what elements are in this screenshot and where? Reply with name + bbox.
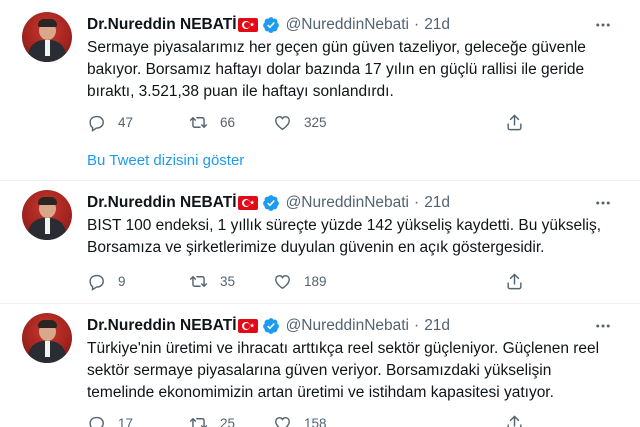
tweet-actions: 47 66 325	[87, 111, 547, 133]
reply-count: 47	[118, 114, 134, 130]
author-name[interactable]: Dr.Nureddin NEBATİ	[87, 16, 237, 34]
retweet-icon	[189, 116, 208, 128]
more-options-icon[interactable]	[593, 193, 613, 213]
tweet-time[interactable]: 21d	[424, 194, 450, 212]
reply-button[interactable]: 17	[87, 412, 133, 427]
like-count: 189	[304, 273, 327, 289]
like-button[interactable]: 158	[273, 412, 327, 427]
turkey-flag-icon	[237, 196, 258, 210]
reply-button[interactable]: 47	[87, 111, 133, 133]
retweet-icon	[189, 275, 208, 287]
reply-icon	[89, 416, 104, 427]
avatar[interactable]	[22, 190, 72, 240]
verified-badge-icon	[262, 318, 279, 334]
tweet-text: Türkiye'nin üretimi ve ihracatı arttıkça…	[87, 340, 600, 401]
share-button[interactable]	[505, 111, 524, 133]
share-button[interactable]	[505, 412, 524, 427]
avatar[interactable]	[22, 313, 72, 363]
tweet-header: Dr.Nureddin NEBATİ @NureddinNebati · 21d	[87, 315, 450, 337]
heart-icon	[275, 416, 290, 427]
author-handle[interactable]: @NureddinNebati	[286, 194, 409, 212]
share-button[interactable]	[505, 270, 524, 292]
verified-badge-icon	[262, 17, 279, 33]
tweet-header: Dr.Nureddin NEBATİ @NureddinNebati · 21d	[87, 192, 450, 214]
share-icon	[507, 415, 522, 427]
retweet-count: 25	[220, 415, 236, 427]
more-options-icon[interactable]	[593, 15, 613, 35]
tweet-header: Dr.Nureddin NEBATİ @NureddinNebati · 21d	[87, 14, 450, 36]
tweet-actions: 17 25 158	[87, 412, 547, 427]
separator-dot: ·	[414, 16, 420, 33]
share-icon	[507, 273, 522, 289]
turkey-flag-icon	[237, 319, 258, 333]
share-icon	[507, 114, 522, 130]
heart-icon	[275, 115, 290, 130]
separator-dot: ·	[414, 317, 420, 334]
more-options-icon[interactable]	[593, 316, 613, 336]
retweet-count: 66	[220, 114, 236, 130]
reply-button[interactable]: 9	[87, 270, 126, 292]
verified-badge-icon	[262, 195, 279, 211]
retweet-count: 35	[220, 273, 236, 289]
tweet-2[interactable]: Dr.Nureddin NEBATİ @NureddinNebati · 21d…	[0, 190, 640, 300]
retweet-button[interactable]: 35	[189, 270, 235, 292]
tweet-1[interactable]: Dr.Nureddin NEBATİ @NureddinNebati · 21d…	[0, 12, 640, 142]
retweet-button[interactable]: 25	[189, 412, 235, 427]
author-name[interactable]: Dr.Nureddin NEBATİ	[87, 317, 237, 335]
separator-dot: ·	[414, 194, 420, 211]
reply-icon	[89, 274, 104, 291]
like-count: 325	[304, 114, 327, 130]
turkey-flag-icon	[237, 18, 258, 32]
avatar[interactable]	[22, 12, 72, 62]
divider	[0, 180, 640, 181]
heart-icon	[275, 274, 290, 289]
show-thread-link[interactable]: Bu Tweet dizisini göster	[87, 152, 244, 169]
author-handle[interactable]: @NureddinNebati	[286, 317, 409, 335]
tweet-actions: 9 35 189	[87, 270, 547, 292]
author-handle[interactable]: @NureddinNebati	[286, 16, 409, 34]
author-name[interactable]: Dr.Nureddin NEBATİ	[87, 194, 237, 212]
retweet-button[interactable]: 66	[189, 111, 235, 133]
reply-count: 9	[118, 273, 126, 289]
like-button[interactable]: 189	[273, 270, 327, 292]
divider	[0, 303, 640, 304]
tweet-time[interactable]: 21d	[424, 16, 450, 34]
tweet-time[interactable]: 21d	[424, 317, 450, 335]
reply-icon	[89, 115, 104, 132]
tweet-text: BIST 100 endeksi, 1 yıllık süreçte yüzde…	[87, 217, 602, 256]
retweet-icon	[189, 417, 208, 427]
like-count: 158	[304, 415, 327, 427]
tweet-3[interactable]: Dr.Nureddin NEBATİ @NureddinNebati · 21d…	[0, 313, 640, 427]
tweet-feed: Dr.Nureddin NEBATİ @NureddinNebati · 21d…	[0, 0, 640, 427]
like-button[interactable]: 325	[273, 111, 327, 133]
reply-count: 17	[118, 415, 134, 427]
tweet-text: Sermaye piyasalarımız her geçen gün güve…	[87, 39, 586, 100]
